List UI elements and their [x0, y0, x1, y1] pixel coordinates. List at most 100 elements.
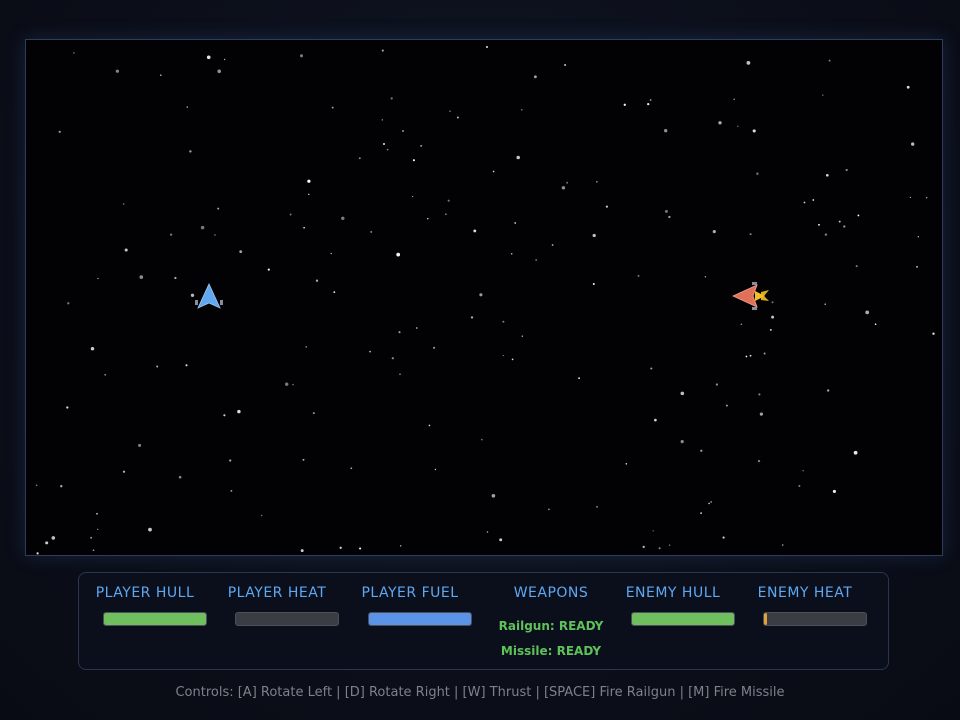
- star: [90, 346, 95, 351]
- star: [370, 230, 373, 233]
- star: [124, 248, 128, 252]
- star: [303, 226, 305, 229]
- star: [700, 512, 702, 514]
- star: [92, 549, 95, 552]
- star: [390, 97, 393, 100]
- star: [97, 277, 99, 280]
- star: [138, 443, 142, 447]
- star: [292, 383, 294, 386]
- star: [771, 301, 774, 304]
- star: [289, 213, 292, 216]
- enemy-hull-bar: [631, 612, 735, 626]
- star: [434, 468, 437, 471]
- enemy-hull-label: ENEMY HULL: [625, 585, 721, 601]
- star: [798, 484, 801, 488]
- star: [267, 268, 270, 271]
- star: [223, 58, 226, 61]
- star: [382, 142, 386, 146]
- star: [456, 116, 459, 119]
- star: [428, 424, 431, 427]
- player-fuel-bar: [368, 612, 472, 626]
- star: [156, 365, 159, 368]
- player-hull-bar: [103, 612, 207, 626]
- star: [359, 547, 362, 550]
- star: [932, 332, 935, 335]
- star: [96, 513, 98, 515]
- star: [650, 367, 653, 370]
- star: [838, 220, 841, 223]
- star: [169, 233, 173, 236]
- star: [35, 484, 38, 487]
- space-viewport[interactable]: [25, 39, 943, 556]
- star: [642, 545, 645, 549]
- star: [447, 199, 450, 202]
- star: [502, 320, 505, 323]
- star: [763, 352, 766, 355]
- star: [97, 528, 99, 531]
- star: [925, 196, 928, 199]
- star: [312, 412, 315, 415]
- star: [592, 283, 595, 285]
- star: [647, 102, 650, 106]
- enemy-heat-label: ENEMY HEAT: [757, 585, 853, 601]
- star: [769, 328, 772, 331]
- star: [445, 213, 447, 215]
- star: [548, 508, 550, 511]
- star: [285, 382, 289, 386]
- star: [710, 501, 712, 503]
- star: [725, 404, 728, 407]
- player-ship-icon: [195, 283, 223, 309]
- star: [511, 358, 514, 361]
- star: [217, 207, 220, 210]
- star: [652, 530, 654, 532]
- star: [733, 98, 736, 101]
- enemy-heat-panel: ENEMY HEAT: [739, 573, 871, 671]
- star: [90, 536, 93, 539]
- player-fuel-panel: PLAYER FUEL: [344, 573, 476, 671]
- star: [680, 391, 685, 396]
- player-heat-panel: PLAYER HEAT: [211, 573, 343, 671]
- star: [812, 199, 815, 201]
- star: [433, 346, 436, 349]
- star: [759, 412, 764, 416]
- star: [625, 463, 628, 465]
- star: [596, 506, 598, 508]
- star: [123, 203, 125, 205]
- star: [485, 45, 489, 49]
- star: [521, 335, 524, 337]
- star: [845, 168, 848, 172]
- star: [339, 546, 342, 549]
- star: [825, 173, 829, 177]
- star: [214, 234, 216, 236]
- star: [832, 489, 836, 493]
- star: [486, 531, 489, 533]
- star: [260, 514, 263, 517]
- star: [308, 193, 310, 196]
- hud-panel: PLAYER HULL PLAYER HEAT PLAYER FUEL WEAP…: [78, 572, 889, 670]
- weapons-panel: WEAPONS Railgun: READY Missile: READY: [485, 573, 617, 671]
- star: [737, 125, 739, 127]
- star: [73, 52, 75, 54]
- star: [412, 159, 415, 162]
- star: [229, 459, 232, 462]
- player-hull-bar-fill: [104, 613, 206, 625]
- star: [680, 440, 684, 444]
- star: [350, 467, 353, 470]
- star: [302, 458, 305, 461]
- star: [420, 144, 423, 147]
- star: [66, 406, 69, 409]
- enemy-heat-bar: [763, 612, 867, 626]
- star: [491, 494, 496, 498]
- star: [668, 215, 671, 219]
- star: [223, 414, 226, 417]
- star: [649, 99, 652, 101]
- enemy-hull-panel: ENEMY HULL: [607, 573, 739, 671]
- star: [749, 233, 752, 236]
- star: [715, 383, 719, 386]
- star: [473, 229, 477, 233]
- star: [566, 181, 569, 184]
- star: [722, 536, 725, 539]
- starfield: [35, 45, 935, 555]
- star: [909, 196, 912, 199]
- controls-hint: Controls: [A] Rotate Left | [D] Rotate R…: [175, 685, 785, 700]
